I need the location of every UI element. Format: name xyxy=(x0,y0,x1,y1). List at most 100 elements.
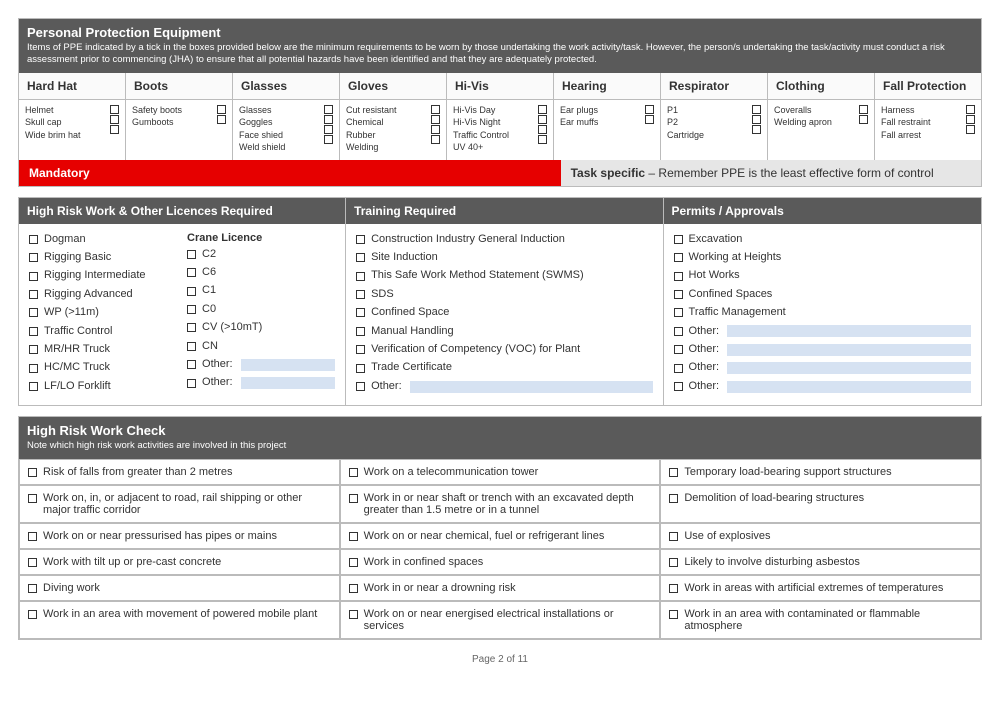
checkbox-icon[interactable] xyxy=(674,308,683,317)
checkbox-icon[interactable] xyxy=(538,115,547,124)
checkbox-icon[interactable] xyxy=(187,342,196,351)
checkbox-icon[interactable] xyxy=(356,272,365,281)
checkbox-icon[interactable] xyxy=(349,468,358,477)
checkbox-icon[interactable] xyxy=(674,382,683,391)
checkbox-icon[interactable] xyxy=(217,115,226,124)
checkbox-icon[interactable] xyxy=(538,135,547,144)
requirements-panel: High Risk Work & Other Licences Required… xyxy=(18,197,982,407)
checkbox-icon[interactable] xyxy=(752,115,761,124)
checkbox-icon[interactable] xyxy=(674,290,683,299)
checkbox-icon[interactable] xyxy=(674,327,683,336)
checkbox-icon[interactable] xyxy=(669,558,678,567)
checkbox-icon[interactable] xyxy=(356,290,365,299)
checkbox-icon[interactable] xyxy=(187,305,196,314)
checkbox-icon[interactable] xyxy=(431,115,440,124)
checkbox-icon[interactable] xyxy=(674,272,683,281)
checkbox-icon[interactable] xyxy=(187,268,196,277)
checkbox-icon[interactable] xyxy=(431,105,440,114)
checkbox-icon[interactable] xyxy=(674,253,683,262)
other-input[interactable] xyxy=(727,362,971,374)
other-input[interactable] xyxy=(727,344,971,356)
checkbox-icon[interactable] xyxy=(187,287,196,296)
checkbox-icon[interactable] xyxy=(349,558,358,567)
ppe-panel: Personal Protection Equipment Items of P… xyxy=(18,18,982,187)
item-label: Hot Works xyxy=(689,268,740,283)
checkbox-icon[interactable] xyxy=(356,235,365,244)
checkbox-icon[interactable] xyxy=(29,382,38,391)
checkbox-icon[interactable] xyxy=(324,115,333,124)
checkbox-icon[interactable] xyxy=(28,494,37,503)
other-input[interactable] xyxy=(241,359,335,371)
checkbox-icon[interactable] xyxy=(349,494,358,503)
mandatory-label: Mandatory xyxy=(19,160,561,186)
checkbox-icon[interactable] xyxy=(674,364,683,373)
checkbox-icon[interactable] xyxy=(645,105,654,114)
other-item: Other: xyxy=(187,375,335,390)
checkbox-icon[interactable] xyxy=(356,327,365,336)
checkbox-icon[interactable] xyxy=(28,468,37,477)
other-input[interactable] xyxy=(727,325,971,337)
checkbox-icon[interactable] xyxy=(324,135,333,144)
checkbox-icon[interactable] xyxy=(356,382,365,391)
checklist-item: HC/MC Truck xyxy=(29,360,177,375)
checkbox-icon[interactable] xyxy=(28,532,37,541)
other-input[interactable] xyxy=(727,381,971,393)
checkbox-icon[interactable] xyxy=(324,105,333,114)
checkbox-icon[interactable] xyxy=(28,610,37,619)
checkbox-icon[interactable] xyxy=(356,364,365,373)
checkbox-icon[interactable] xyxy=(669,494,678,503)
checkbox-icon[interactable] xyxy=(110,105,119,114)
checkbox-icon[interactable] xyxy=(669,584,678,593)
checkbox-icon[interactable] xyxy=(669,468,678,477)
checkbox-icon[interactable] xyxy=(752,125,761,134)
checkbox-icon[interactable] xyxy=(669,532,678,541)
checkbox-icon[interactable] xyxy=(349,584,358,593)
checkbox-icon[interactable] xyxy=(110,125,119,134)
checkbox-icon[interactable] xyxy=(29,290,38,299)
other-label: Other: xyxy=(371,379,402,394)
checkbox-icon[interactable] xyxy=(674,235,683,244)
checkbox-icon[interactable] xyxy=(356,345,365,354)
training-list: Construction Industry General InductionS… xyxy=(346,224,662,406)
high-risk-header: High Risk Work Check Note which high ris… xyxy=(19,417,981,458)
checkbox-icon[interactable] xyxy=(29,272,38,281)
checkbox-icon[interactable] xyxy=(669,610,678,619)
high-risk-cell: Work in or near a drowning risk xyxy=(340,575,661,601)
checkbox-icon[interactable] xyxy=(966,115,975,124)
checkbox-icon[interactable] xyxy=(110,115,119,124)
checkbox-icon[interactable] xyxy=(187,360,196,369)
checkbox-icon[interactable] xyxy=(29,327,38,336)
checkbox-icon[interactable] xyxy=(674,345,683,354)
checkbox-icon[interactable] xyxy=(217,105,226,114)
other-input[interactable] xyxy=(241,377,335,389)
checkbox-icon[interactable] xyxy=(29,364,38,373)
checkbox-icon[interactable] xyxy=(29,308,38,317)
checkbox-icon[interactable] xyxy=(538,105,547,114)
task-specific-label: Task specific – Remember PPE is the leas… xyxy=(561,160,981,186)
checkbox-icon[interactable] xyxy=(538,125,547,134)
checkbox-icon[interactable] xyxy=(29,345,38,354)
checkbox-icon[interactable] xyxy=(859,115,868,124)
checkbox-icon[interactable] xyxy=(28,584,37,593)
checkbox-icon[interactable] xyxy=(859,105,868,114)
checkbox-icon[interactable] xyxy=(29,235,38,244)
checkbox-icon[interactable] xyxy=(356,253,365,262)
checkbox-icon[interactable] xyxy=(28,558,37,567)
checklist-item: Rigging Basic xyxy=(29,250,177,265)
checkbox-icon[interactable] xyxy=(324,125,333,134)
checkbox-icon[interactable] xyxy=(349,610,358,619)
checkbox-icon[interactable] xyxy=(752,105,761,114)
checkbox-icon[interactable] xyxy=(187,250,196,259)
checkbox-icon[interactable] xyxy=(431,125,440,134)
checkbox-icon[interactable] xyxy=(356,308,365,317)
item-label: Dogman xyxy=(44,232,86,247)
checkbox-icon[interactable] xyxy=(29,253,38,262)
checkbox-icon[interactable] xyxy=(187,323,196,332)
checkbox-icon[interactable] xyxy=(645,115,654,124)
checkbox-icon[interactable] xyxy=(187,379,196,388)
checkbox-icon[interactable] xyxy=(349,532,358,541)
checkbox-icon[interactable] xyxy=(966,125,975,134)
other-input[interactable] xyxy=(410,381,653,393)
checkbox-icon[interactable] xyxy=(966,105,975,114)
checkbox-icon[interactable] xyxy=(431,135,440,144)
